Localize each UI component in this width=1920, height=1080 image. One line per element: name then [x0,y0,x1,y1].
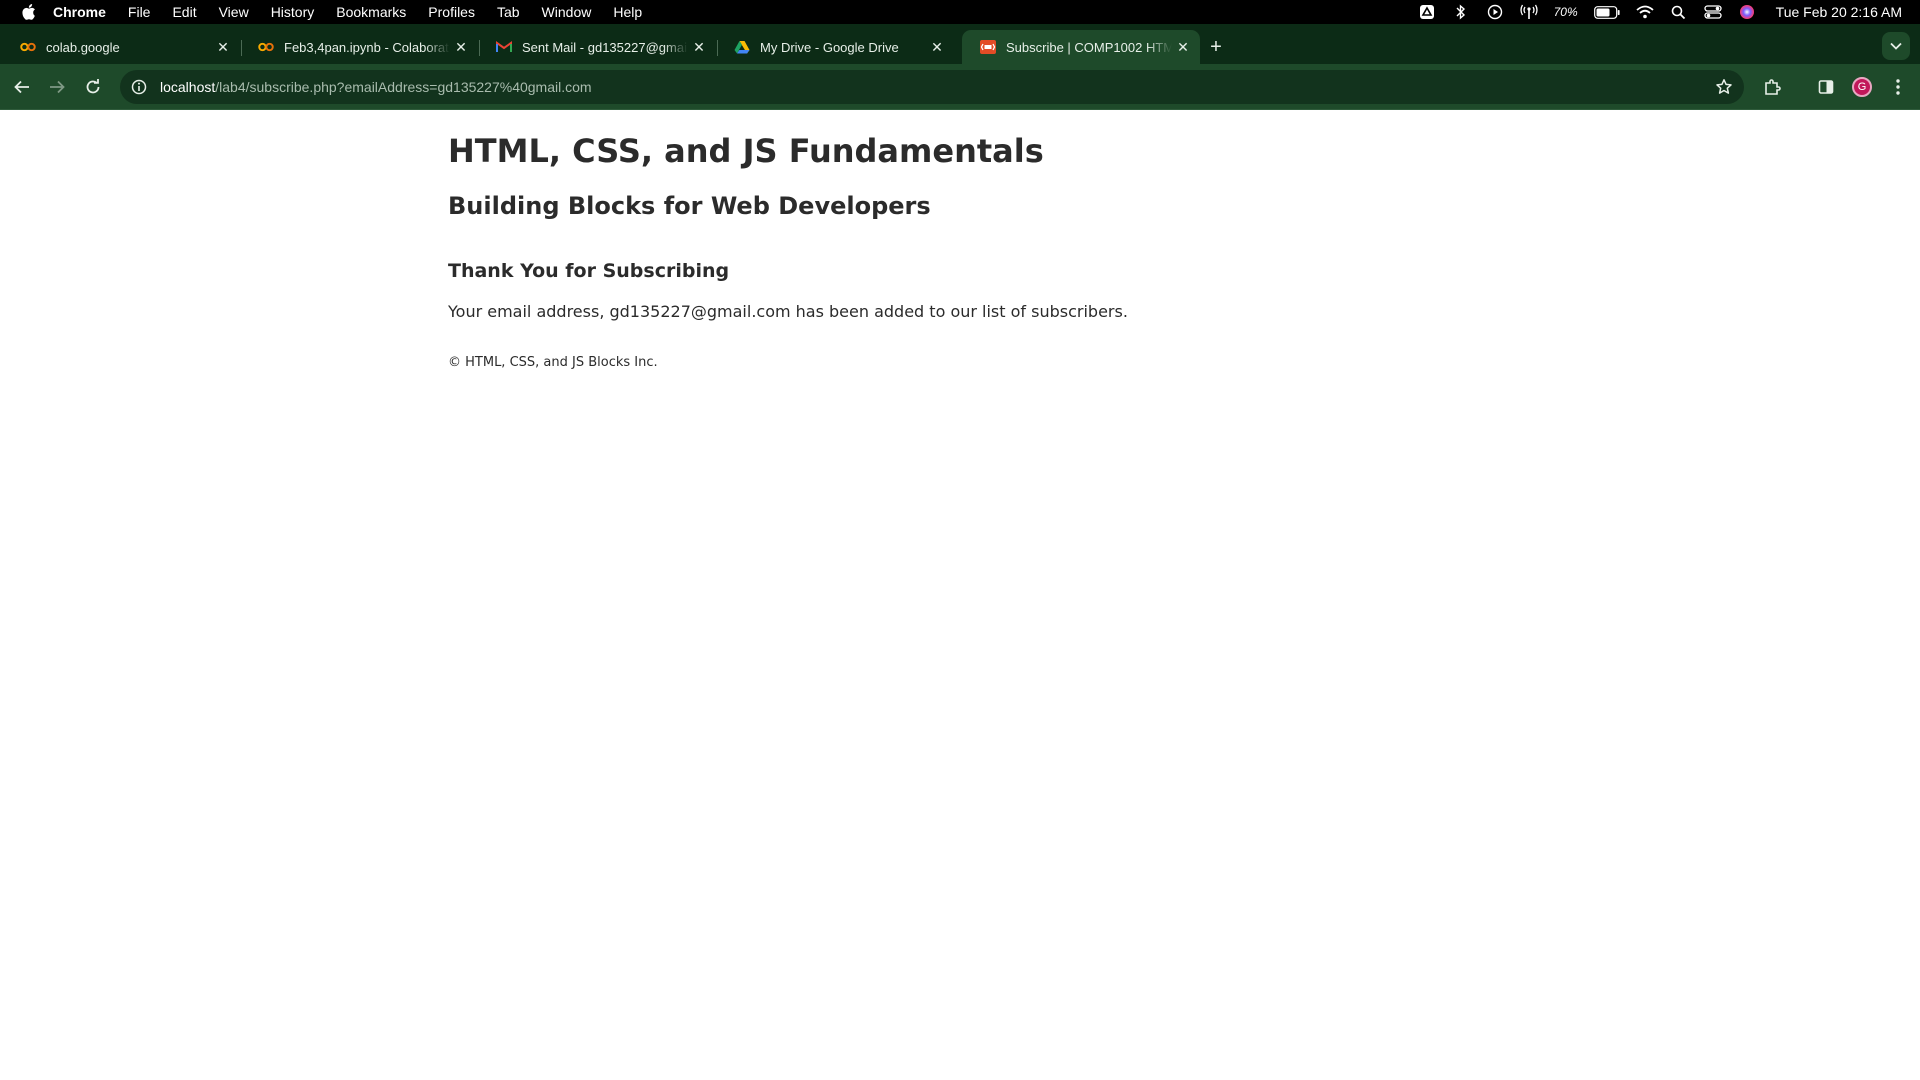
profile-button[interactable]: G [1848,73,1876,101]
tab-title: Feb3,4pan.ipynb - Colaboratory [284,39,450,55]
google-drive-icon [734,39,750,55]
tab-colab-notebook[interactable]: Feb3,4pan.ipynb - Colaboratory ✕ [240,30,478,64]
section-title: Thank You for Subscribing [448,260,730,282]
colab-icon [20,39,36,55]
menu-edit[interactable]: Edit [172,4,196,20]
avatar: G [1852,77,1872,97]
page-footer: © HTML, CSS, and JS Blocks Inc. [448,355,658,370]
media-play-icon[interactable] [1486,3,1504,21]
forward-button[interactable] [43,73,71,101]
drive-sync-icon[interactable] [1418,3,1436,21]
tab-title: My Drive - Google Drive [760,39,899,55]
url-path: /lab4/subscribe.php?emailAddress=gd13522… [215,79,592,95]
close-tab-icon[interactable]: ✕ [926,36,948,58]
page-subtitle: Building Blocks for Web Developers [448,192,931,220]
tab-colab-google[interactable]: colab.google ✕ [2,30,240,64]
address-bar[interactable]: localhost/lab4/subscribe.php?emailAddres… [120,70,1744,104]
tab-gmail-sent[interactable]: Sent Mail - gd135227@gmail.com ✕ [478,30,716,64]
close-tab-icon[interactable]: ✕ [212,36,234,58]
macos-menu-bar: Chrome File Edit View History Bookmarks … [0,0,1920,24]
colab-icon [258,39,274,55]
siri-icon[interactable] [1738,3,1756,21]
menu-bar-clock[interactable]: Tue Feb 20 2:16 AM [1776,4,1902,20]
tab-search-button[interactable] [1882,32,1910,60]
kebab-menu-icon [1896,79,1900,95]
tab-subscribe-active[interactable]: Subscribe | COMP1002 HTML ✕ [962,30,1200,64]
menu-window[interactable]: Window [542,4,592,20]
tab-title: Sent Mail - gd135227@gmail.com [522,39,688,55]
menu-tab[interactable]: Tab [497,4,520,20]
close-tab-icon[interactable]: ✕ [688,36,710,58]
arrow-right-icon [50,80,65,94]
tab-title: colab.google [46,39,120,55]
spotlight-search-icon[interactable] [1670,3,1688,21]
chevron-down-icon [1890,42,1902,50]
reload-button[interactable] [79,73,107,101]
menu-bar-status-area: 70% Tue Feb 20 2:16 AM [1418,0,1902,24]
tab-title: Subscribe | COMP1002 HTML [1006,39,1172,55]
battery-percentage: 70% [1553,5,1578,19]
gmail-icon [496,39,512,55]
bluetooth-icon[interactable] [1452,3,1470,21]
confirmation-message: Your email address, gd135227@gmail.com h… [448,302,1128,321]
menu-help[interactable]: Help [613,4,642,20]
menu-history[interactable]: History [271,4,315,20]
html-icon [980,39,996,55]
menu-app-name[interactable]: Chrome [53,4,106,20]
bookmark-star-icon[interactable] [1714,77,1734,97]
new-tab-button[interactable]: + [1203,34,1229,60]
extensions-button[interactable] [1758,73,1786,101]
side-panel-button[interactable] [1812,73,1840,101]
control-center-icon[interactable] [1704,3,1722,21]
wifi-icon[interactable] [1636,3,1654,21]
reload-icon [86,79,100,94]
tab-google-drive[interactable]: My Drive - Google Drive ✕ [716,30,954,64]
chrome-menu-button[interactable] [1884,73,1912,101]
battery-icon[interactable] [1593,3,1620,21]
url-text[interactable]: localhost/lab4/subscribe.php?emailAddres… [160,79,592,95]
menu-bookmarks[interactable]: Bookmarks [336,4,406,20]
puzzle-piece-icon [1765,79,1781,95]
site-info-icon[interactable] [130,78,148,96]
browser-tab-strip: colab.google ✕ Feb3,4pan.ipynb - Colabor… [0,24,1920,64]
url-host: localhost [160,79,216,95]
browser-toolbar: localhost/lab4/subscribe.php?emailAddres… [0,64,1920,110]
page-title: HTML, CSS, and JS Fundamentals [448,132,1044,170]
vpn-antenna-icon[interactable] [1519,3,1538,21]
menu-file[interactable]: File [128,4,151,20]
menu-view[interactable]: View [219,4,249,20]
close-tab-icon[interactable]: ✕ [1172,36,1194,58]
close-tab-icon[interactable]: ✕ [450,36,472,58]
apple-logo-icon[interactable] [19,4,39,20]
menu-profiles[interactable]: Profiles [428,4,475,20]
side-panel-icon [1818,80,1834,94]
arrow-left-icon [14,80,29,94]
back-button[interactable] [8,73,36,101]
